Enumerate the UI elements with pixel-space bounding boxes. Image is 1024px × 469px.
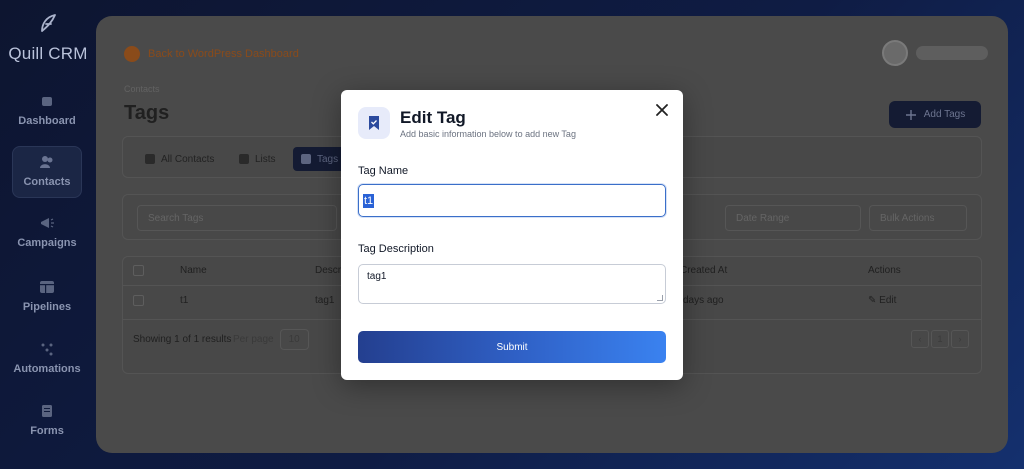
modal-tag-icon-wrapper bbox=[358, 107, 390, 139]
tag-name-value: t1 bbox=[363, 194, 375, 208]
breadcrumb[interactable]: Contacts bbox=[124, 84, 160, 94]
tab-label: Lists bbox=[255, 153, 276, 165]
quill-logo-icon bbox=[41, 14, 56, 32]
automation-icon bbox=[41, 343, 53, 356]
date-range-picker[interactable]: Date Range bbox=[725, 205, 861, 231]
edit-action[interactable]: ✎ Edit bbox=[868, 295, 896, 306]
add-tags-button[interactable]: Add Tags bbox=[889, 101, 981, 128]
select-all-checkbox[interactable] bbox=[133, 265, 144, 276]
tag-name-input[interactable] bbox=[358, 184, 666, 217]
per-page-select[interactable]: 10 bbox=[279, 329, 309, 350]
add-tags-label: Add Tags bbox=[923, 109, 966, 120]
page-number-button[interactable]: 1 bbox=[931, 330, 949, 348]
tab-label: All Contacts bbox=[161, 153, 215, 165]
pagination: ‹ 1 › bbox=[911, 330, 969, 348]
resize-handle[interactable] bbox=[657, 295, 663, 301]
users-icon bbox=[145, 154, 155, 164]
app-name: Quill CRM bbox=[8, 44, 88, 63]
sidebar-item-label: Forms bbox=[30, 425, 64, 437]
modal-title: Edit Tag bbox=[400, 108, 466, 127]
pipeline-icon bbox=[40, 281, 54, 293]
sidebar-item-dashboard[interactable]: Dashboard bbox=[12, 86, 82, 138]
column-header-actions: Actions bbox=[868, 265, 901, 276]
cell-name: t1 bbox=[180, 295, 189, 306]
user-menu[interactable] bbox=[882, 40, 988, 66]
user-name-blurred bbox=[916, 46, 988, 60]
sidebar-item-label: Campaigns bbox=[17, 237, 77, 249]
per-page-label: Per page bbox=[233, 334, 274, 345]
sidebar-item-campaigns[interactable]: Campaigns bbox=[12, 208, 82, 260]
bulk-actions-select[interactable]: Bulk Actions bbox=[869, 205, 967, 231]
column-header-name[interactable]: Name bbox=[180, 265, 207, 276]
tag-icon bbox=[301, 154, 311, 164]
tab-all-contacts[interactable]: All Contacts bbox=[137, 147, 222, 171]
sidebar: Quill CRM Dashboard Contacts Campaigns P… bbox=[0, 0, 96, 469]
form-icon bbox=[42, 405, 52, 417]
close-icon bbox=[656, 104, 668, 116]
tag-description-label: Tag Description bbox=[358, 243, 434, 255]
tag-name-label: Tag Name bbox=[358, 165, 409, 177]
home-icon bbox=[42, 97, 52, 106]
sidebar-item-pipelines[interactable]: Pipelines bbox=[12, 272, 82, 324]
users-icon bbox=[40, 156, 53, 168]
sidebar-item-label: Dashboard bbox=[18, 115, 76, 127]
wordpress-icon bbox=[124, 46, 140, 62]
list-icon bbox=[239, 154, 249, 164]
close-button[interactable] bbox=[653, 101, 671, 119]
cell-created-at: days ago bbox=[683, 295, 724, 306]
sidebar-item-label: Automations bbox=[13, 363, 81, 375]
sidebar-item-contacts[interactable]: Contacts bbox=[12, 146, 82, 198]
megaphone-icon bbox=[41, 218, 54, 228]
bookmark-icon bbox=[369, 116, 379, 130]
submit-button[interactable]: Submit bbox=[358, 331, 666, 363]
results-summary: Showing 1 of 1 results bbox=[133, 334, 232, 345]
page-title: Tags bbox=[124, 102, 170, 124]
avatar bbox=[882, 40, 908, 66]
prev-page-button[interactable]: ‹ bbox=[911, 330, 929, 348]
edit-tag-modal: Edit Tag Add basic information below to … bbox=[341, 90, 683, 380]
sidebar-item-label: Pipelines bbox=[22, 301, 72, 313]
modal-subtitle: Add basic information below to add new T… bbox=[400, 129, 576, 139]
tab-lists[interactable]: Lists bbox=[231, 147, 284, 171]
tab-label: Tags bbox=[317, 153, 339, 165]
back-link-label: Back to WordPress Dashboard bbox=[148, 48, 299, 60]
next-page-button[interactable]: › bbox=[951, 330, 969, 348]
tab-tags[interactable]: Tags bbox=[293, 147, 347, 171]
sidebar-item-label: Contacts bbox=[23, 176, 71, 188]
plus-icon bbox=[905, 109, 916, 120]
column-header-created-at[interactable]: Created At bbox=[680, 265, 727, 276]
column-header-description: Descr bbox=[315, 265, 342, 276]
tag-description-textarea[interactable]: tag1 bbox=[358, 264, 666, 304]
search-input[interactable]: Search Tags bbox=[137, 205, 337, 231]
back-to-wordpress-link[interactable]: Back to WordPress Dashboard bbox=[124, 46, 299, 62]
pencil-icon: ✎ bbox=[868, 295, 877, 306]
cell-description: tag1 bbox=[315, 295, 335, 306]
per-page-control: Per page 10 bbox=[233, 329, 309, 350]
sidebar-item-automations[interactable]: Automations bbox=[12, 334, 82, 386]
row-checkbox[interactable] bbox=[133, 295, 144, 306]
brand: Quill CRM bbox=[0, 12, 96, 64]
sidebar-item-forms[interactable]: Forms bbox=[12, 396, 82, 448]
edit-label: Edit bbox=[879, 295, 897, 306]
